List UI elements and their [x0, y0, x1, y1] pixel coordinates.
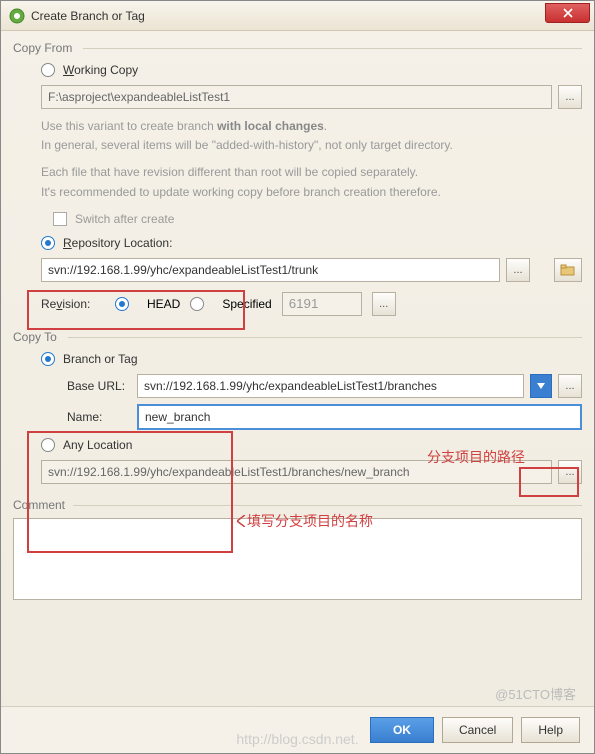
help-text-1: Use this variant to create branch with l… [41, 117, 582, 155]
base-url-input[interactable] [137, 374, 524, 398]
working-copy-label: Working Copy [63, 63, 138, 77]
cancel-button[interactable]: Cancel [442, 717, 513, 743]
switch-after-checkbox[interactable] [53, 212, 67, 226]
branch-or-tag-label: Branch or Tag [63, 352, 138, 366]
repo-url-browse-button[interactable]: ... [506, 258, 530, 282]
help-text-2: Each file that have revision different t… [41, 163, 582, 201]
close-button[interactable] [545, 3, 590, 23]
rev-browse-button[interactable]: ... [372, 292, 396, 316]
branch-name-input[interactable] [137, 404, 582, 430]
ok-button[interactable]: OK [370, 717, 434, 743]
annotation-path-note: 分支项目的路径 [427, 447, 525, 467]
working-copy-path-input[interactable] [41, 85, 552, 109]
repository-location-radio[interactable] [41, 236, 55, 250]
window-title: Create Branch or Tag [31, 9, 545, 23]
base-url-label: Base URL: [67, 379, 131, 393]
repository-location-label: Repository Location: [63, 236, 172, 250]
annotation-name-note: 填写分支项目的名称 [237, 511, 373, 531]
any-location-radio[interactable] [41, 438, 55, 452]
comment-legend: Comment [13, 498, 582, 512]
base-url-browse-button[interactable]: ... [558, 374, 582, 398]
help-button[interactable]: Help [521, 717, 580, 743]
copy-from-legend: Copy From [13, 41, 582, 55]
repo-browser-button[interactable] [554, 258, 582, 282]
base-url-dropdown-button[interactable] [530, 374, 552, 398]
arrow-left-icon [237, 515, 245, 527]
working-copy-radio[interactable] [41, 63, 55, 77]
any-location-label: Any Location [63, 438, 132, 452]
switch-after-label: Switch after create [75, 212, 174, 226]
branch-or-tag-radio[interactable] [41, 352, 55, 366]
rev-specified-radio[interactable] [190, 297, 204, 311]
repo-url-input[interactable] [41, 258, 500, 282]
rev-head-label: HEAD [147, 297, 180, 311]
revision-label: Revision: [41, 297, 105, 311]
app-icon [9, 8, 25, 24]
browse-path-button[interactable]: ... [558, 85, 582, 109]
any-location-browse-button[interactable]: ... [558, 460, 582, 484]
rev-specified-label: Specified [222, 297, 271, 311]
rev-number-input[interactable] [282, 292, 362, 316]
copy-to-legend: Copy To [13, 330, 582, 344]
rev-head-radio[interactable] [115, 297, 129, 311]
chevron-down-icon [537, 383, 545, 389]
name-label: Name: [67, 410, 131, 424]
folder-icon [560, 263, 576, 277]
close-icon [563, 8, 573, 18]
